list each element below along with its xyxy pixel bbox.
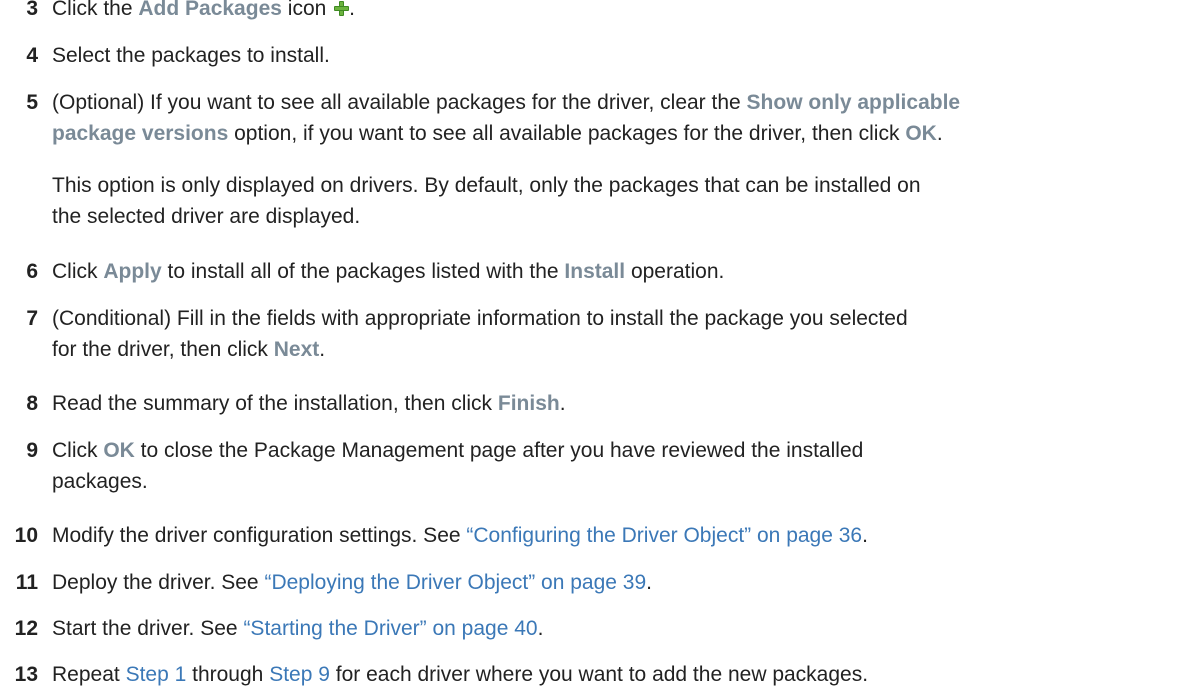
text-run: Modify the driver configuration settings… xyxy=(52,524,467,547)
ui-term: Add Packages xyxy=(138,0,282,20)
text-run: the selected driver are displayed. xyxy=(52,205,361,228)
ui-term: OK xyxy=(103,439,135,462)
text-run: Start the driver. See xyxy=(52,617,244,640)
text-run: packages. xyxy=(52,470,148,493)
text-run: . xyxy=(559,392,566,415)
text-run: for the driver, then click xyxy=(52,338,274,361)
step-number: 9 xyxy=(26,439,38,462)
step-number: 6 xyxy=(26,260,38,283)
text-run: to install all of the packages listed wi… xyxy=(161,260,565,283)
step-text: Click Apply to install all of the packag… xyxy=(52,256,1177,287)
step-number: 12 xyxy=(14,617,38,640)
step-number: 8 xyxy=(26,392,38,415)
text-run: for each driver where you want to add th… xyxy=(329,663,869,686)
text-run: Select the packages to install. xyxy=(52,44,330,67)
step-number: 7 xyxy=(26,307,38,330)
step-text: Read the summary of the installation, th… xyxy=(52,388,1177,419)
step-text: Deploy the driver. See “Deploying the Dr… xyxy=(52,567,1177,598)
cross-reference-link[interactable]: “Deploying the Driver Object” on page 39 xyxy=(264,571,646,594)
step-text: This option is only displayed on drivers… xyxy=(52,170,1177,232)
text-run: . xyxy=(319,338,326,361)
step-number: 3 xyxy=(26,0,38,20)
text-run: operation. xyxy=(625,260,725,283)
step-text: Click the Add Packages icon . xyxy=(52,0,1177,24)
text-run: icon xyxy=(281,0,333,20)
ui-term: Next xyxy=(273,338,320,361)
text-run: through xyxy=(186,663,270,686)
text-run: Click the xyxy=(52,0,139,20)
text-run: . xyxy=(537,617,544,640)
step-text: (Conditional) Fill in the fields with ap… xyxy=(52,303,1177,365)
cross-reference-link[interactable]: Step 9 xyxy=(269,663,330,686)
text-run: . xyxy=(936,122,943,145)
step-text: (Optional) If you want to see all availa… xyxy=(52,87,1177,149)
cross-reference-link[interactable]: “Configuring the Driver Object” on page … xyxy=(466,524,862,547)
text-run: Click xyxy=(52,439,104,462)
cross-reference-link[interactable]: “Starting the Driver” on page 40 xyxy=(243,617,537,640)
step-text: Click OK to close the Package Management… xyxy=(52,435,1177,497)
step-number: 5 xyxy=(26,91,38,114)
ui-term: OK xyxy=(905,122,937,145)
ui-term: package versions xyxy=(52,122,229,145)
step-text: Start the driver. See “Starting the Driv… xyxy=(52,613,1177,644)
text-run: to close the Package Management page aft… xyxy=(134,439,864,462)
document-page: 3 Click the Add Packages icon . 4 Select th… xyxy=(0,0,1181,689)
text-run: (Conditional) Fill in the fields with ap… xyxy=(52,307,908,330)
text-run: Click xyxy=(52,260,104,283)
text-run: Read the summary of the installation, th… xyxy=(52,392,498,415)
step-text: Modify the driver configuration settings… xyxy=(52,520,1177,551)
text-run: option, if you want to see all available… xyxy=(228,122,906,145)
step-number: 11 xyxy=(15,571,38,594)
ui-term: Show only applicable xyxy=(746,91,961,114)
ui-term: Apply xyxy=(103,260,162,283)
text-run: Repeat xyxy=(52,663,126,686)
ui-term: Install xyxy=(564,260,626,283)
step-number: 4 xyxy=(26,44,38,67)
text-run: . xyxy=(349,0,355,20)
step-number: 10 xyxy=(14,524,38,547)
ui-term: Finish xyxy=(497,392,560,415)
text-run: . xyxy=(862,524,868,547)
add-packages-icon xyxy=(334,1,350,16)
step-text: Repeat Step 1 through Step 9 for each dr… xyxy=(52,659,1177,690)
step-number: 13 xyxy=(14,663,38,686)
text-run: . xyxy=(646,571,652,594)
text-run: (Optional) If you want to see all availa… xyxy=(52,91,747,114)
cross-reference-link[interactable]: Step 1 xyxy=(126,663,187,686)
text-run: This option is only displayed on drivers… xyxy=(52,174,921,197)
step-text: Select the packages to install. xyxy=(52,40,1177,71)
text-run: Deploy the driver. See xyxy=(52,571,265,594)
